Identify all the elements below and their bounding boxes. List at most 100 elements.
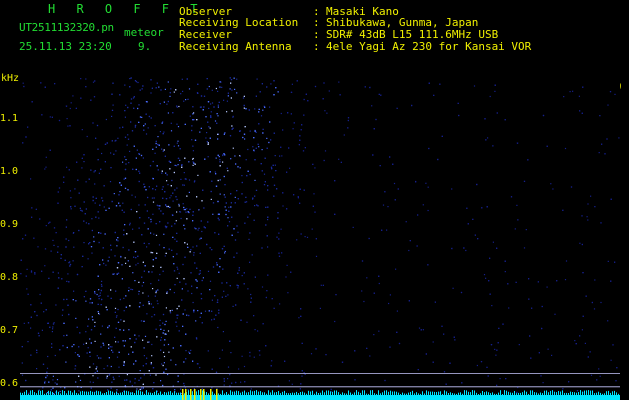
noise-dot: [476, 183, 478, 186]
noise-dot: [219, 161, 221, 163]
noise-dot: [236, 284, 238, 286]
noise-dot: [496, 349, 498, 351]
noise-dot: [432, 341, 434, 343]
noise-dot: [175, 364, 177, 366]
noise-dot: [209, 171, 211, 173]
noise-dot: [169, 197, 171, 199]
noise-dot: [170, 195, 172, 197]
noise-dot: [212, 202, 215, 204]
baseline-spike: [298, 393, 299, 395]
noise-dot: [135, 360, 137, 362]
noise-dot: [378, 330, 380, 332]
baseline-spike: [458, 392, 459, 395]
baseline-spike: [428, 391, 429, 395]
noise-dot: [65, 238, 67, 240]
noise-dot: [182, 184, 184, 186]
noise-dot: [23, 322, 25, 324]
noise-dot: [550, 183, 552, 185]
noise-dot: [110, 387, 112, 389]
meteor-spike: [216, 389, 218, 400]
noise-dot: [168, 248, 170, 250]
noise-dot: [587, 219, 589, 221]
noise-dot: [291, 83, 293, 85]
noise-dot: [148, 303, 150, 305]
noise-dot: [196, 119, 198, 121]
noise-dot: [299, 202, 301, 204]
noise-dot: [186, 208, 188, 210]
noise-dot: [85, 331, 87, 333]
noise-dot: [171, 225, 173, 227]
noise-dot: [178, 305, 180, 307]
noise-dot: [75, 300, 77, 302]
noise-dot: [128, 290, 130, 292]
noise-dot: [173, 171, 175, 174]
noise-dot: [174, 189, 176, 191]
noise-dot: [123, 310, 125, 312]
noise-dot: [433, 94, 435, 96]
baseline-spike: [608, 390, 609, 395]
noise-dot: [164, 225, 167, 227]
noise-dot: [258, 108, 260, 110]
noise-dot: [515, 281, 517, 283]
noise-dot: [315, 238, 317, 240]
mode-label: meteor: [124, 26, 164, 39]
noise-dot: [76, 326, 78, 328]
baseline-spike: [372, 390, 373, 395]
noise-dot: [441, 325, 443, 327]
noise-dot: [274, 164, 276, 166]
baseline-spike: [34, 392, 35, 395]
noise-dot: [204, 227, 206, 229]
noise-dot: [44, 382, 46, 384]
noise-dot: [552, 188, 554, 190]
noise-dot: [165, 198, 168, 200]
noise-dot: [499, 378, 501, 380]
noise-dot: [133, 363, 135, 365]
noise-dot: [379, 165, 381, 167]
noise-dot: [183, 206, 185, 209]
noise-dot: [275, 87, 277, 89]
noise-dot: [141, 387, 143, 389]
noise-dot: [180, 178, 182, 180]
noise-dot: [162, 213, 164, 215]
noise-dot: [496, 112, 498, 114]
noise-dot: [615, 380, 617, 382]
noise-dot: [183, 361, 185, 363]
noise-dot: [221, 248, 224, 250]
noise-dot: [45, 156, 47, 158]
noise-dot: [92, 81, 95, 83]
noise-dot: [182, 90, 184, 92]
noise-dot: [72, 260, 74, 262]
noise-dot: [428, 82, 430, 84]
noise-dot: [288, 147, 290, 149]
noise-dot: [155, 257, 157, 259]
baseline-spike: [590, 390, 591, 395]
noise-dot: [119, 329, 121, 331]
noise-dot: [405, 221, 407, 223]
noise-dot: [584, 342, 586, 344]
y-tick-label: 0.9: [0, 219, 19, 231]
noise-dot: [271, 360, 273, 362]
noise-dot: [46, 367, 49, 369]
noise-dot: [272, 164, 274, 166]
noise-dot: [66, 334, 68, 336]
noise-dot: [201, 200, 203, 202]
noise-dot: [85, 290, 87, 292]
noise-dot: [217, 115, 219, 117]
noise-dot: [177, 314, 179, 316]
baseline-spike: [162, 393, 163, 395]
noise-dot: [191, 129, 193, 132]
noise-dot: [514, 228, 516, 230]
noise-dot: [152, 178, 154, 180]
noise-dot: [140, 320, 143, 322]
baseline-spike: [588, 390, 589, 395]
noise-dot: [481, 207, 483, 209]
noise-dot: [116, 273, 118, 275]
baseline-spike: [610, 392, 611, 395]
noise-dot: [155, 146, 157, 148]
noise-dot: [196, 338, 198, 340]
noise-dot: [169, 95, 171, 97]
baseline-spike: [516, 393, 517, 395]
noise-dot: [437, 158, 439, 161]
noise-dot: [422, 204, 424, 206]
noise-dot: [269, 121, 271, 123]
